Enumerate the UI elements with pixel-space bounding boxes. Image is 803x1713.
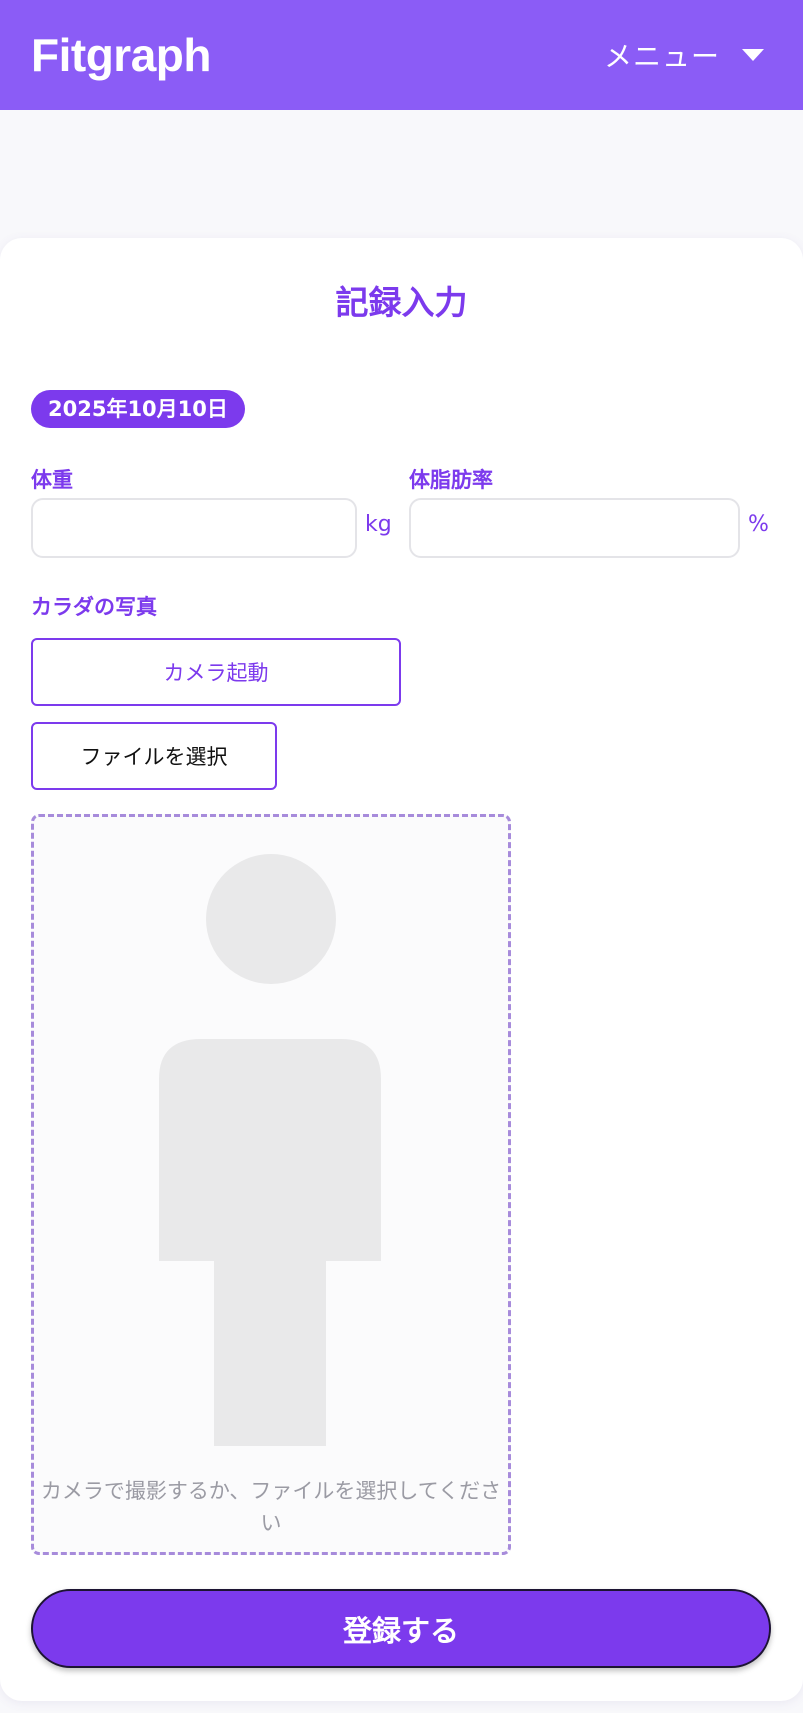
person-silhouette-icon [159, 854, 381, 1446]
photo-hint-text: カメラで撮影するか、ファイルを選択してください [40, 1479, 502, 1535]
weight-label: 体重 [31, 468, 73, 492]
photo-label: カラダの写真 [31, 595, 157, 619]
chevron-down-icon[interactable] [742, 49, 764, 61]
weight-input[interactable] [31, 498, 357, 558]
page-title: 記録入力 [335, 283, 468, 322]
menu-label[interactable]: メニュー [604, 35, 720, 75]
brand-logo[interactable]: Fitgraph [31, 28, 211, 82]
body-fat-label: 体脂肪率 [409, 468, 493, 492]
file-select-button[interactable]: ファイルを選択 [31, 722, 277, 790]
camera-button[interactable]: カメラ起動 [31, 638, 401, 706]
weight-unit: kg [365, 512, 392, 537]
photo-drop-area[interactable]: カメラで撮影するか、ファイルを選択してください [31, 814, 511, 1555]
menu-dropdown[interactable]: メニュー [604, 35, 772, 75]
body-fat-unit: % [748, 512, 769, 537]
date-badge[interactable]: 2025年10月10日 [31, 390, 245, 428]
record-input-card: 記録入力 2025年10月10日 体重 kg 体脂肪率 % カラダの写真 カメラ… [0, 238, 803, 1701]
submit-button[interactable]: 登録する [31, 1589, 771, 1668]
app-header: Fitgraph メニュー [0, 0, 803, 110]
body-fat-input[interactable] [409, 498, 740, 558]
